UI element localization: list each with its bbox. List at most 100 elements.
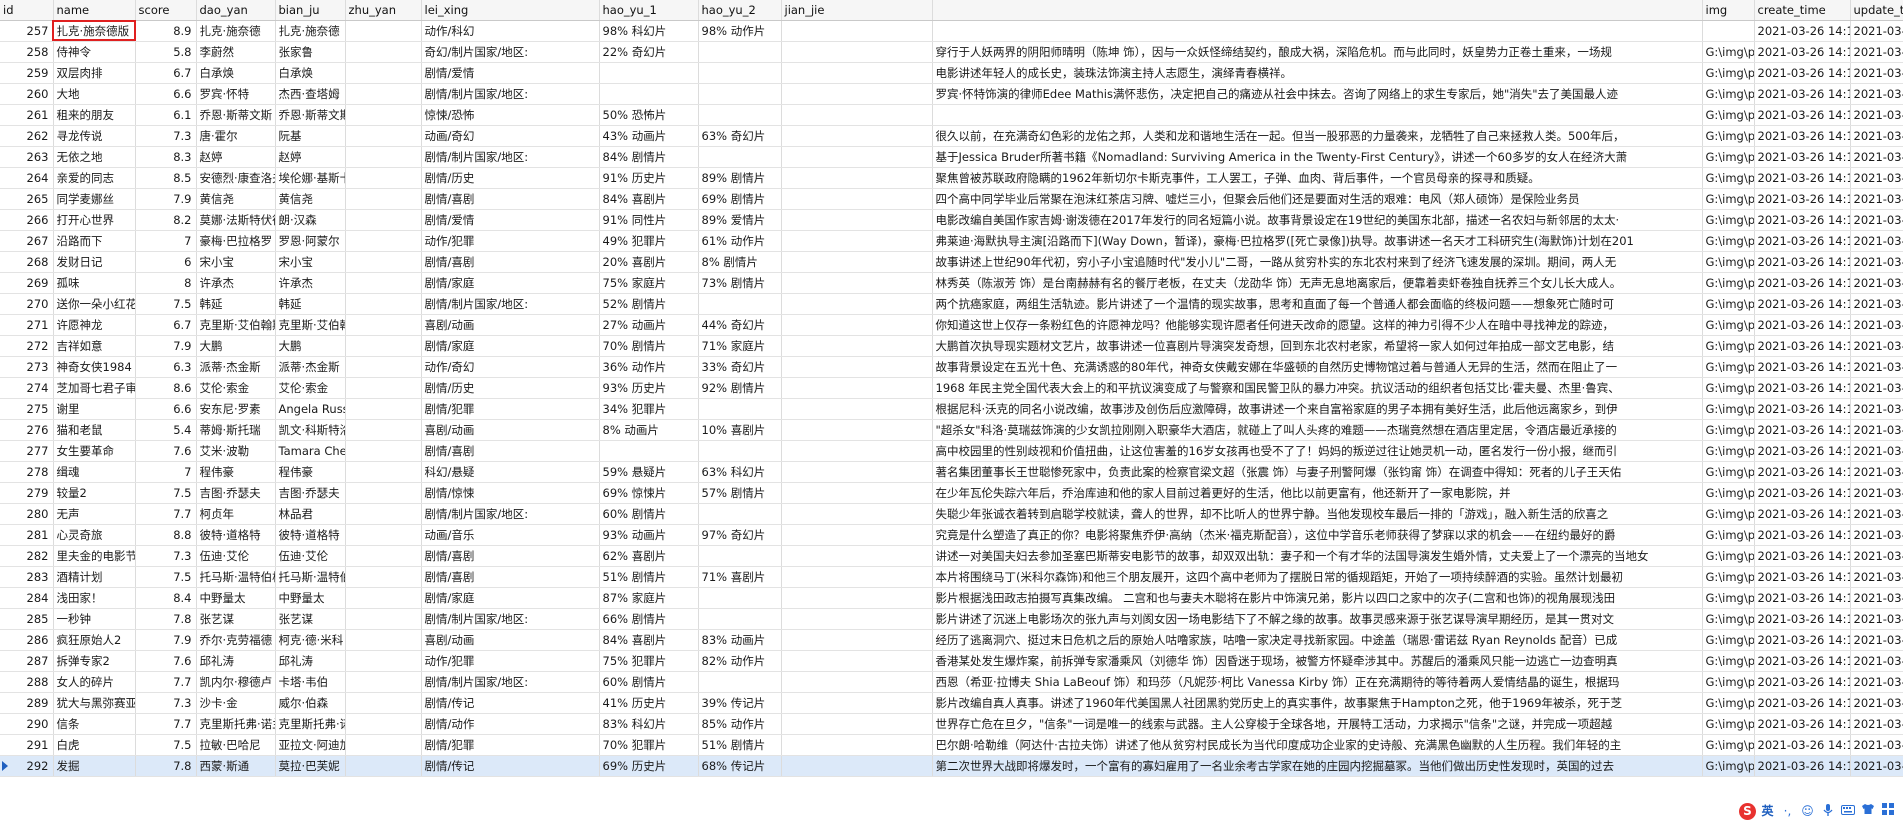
table-cell-bian-ju[interactable]: 韩延 [275,293,346,315]
table-cell-jian-jie[interactable]: 四个高中同学毕业后常聚在泡沫红茶店习牌、嘘烂三小，但聚会后他们还是要面对生活的艰… [932,188,1703,210]
table-cell-name[interactable]: 侍神令 [53,41,136,63]
table-cell-img[interactable]: G:\img\p [1702,293,1755,315]
table-cell-hao-yu-1[interactable]: 69% 历史片 [599,755,699,777]
table-cell-jian-jie[interactable]: 影片讲述了沉迷上电影场次的张九声与刘阂女因一场电影结下了不解之缘的故事。故事灵感… [932,608,1703,630]
table-cell-zhu-yan[interactable] [345,293,422,315]
table-cell-dao-yan[interactable]: 蒂姆·斯托瑞 [196,419,276,441]
table-cell-lei-xing[interactable]: 动画/奇幻 [421,125,600,147]
table-cell-zhu-yan[interactable] [345,104,422,126]
table-cell-dao-yan[interactable]: 宋小宝 [196,251,276,273]
table-cell-score[interactable]: 6.1 [135,104,197,126]
table-cell-create-time[interactable]: 2021-03-26 14:1 [1754,20,1851,42]
table-cell-bian-ju[interactable]: 张艺谋 [275,608,346,630]
table-cell-lei-xing[interactable]: 剧情/制片国家/地区: [421,671,600,693]
table-cell-id[interactable]: 278 [0,461,54,483]
table-row[interactable]: 287 拆弹专家2 7.6 邱礼涛 邱礼涛 动作/犯罪 75% 犯罪片 82% 动作片 香港某处… [0,650,1903,672]
table-cell-hao-yu-2[interactable] [698,587,782,609]
table-cell-hao-yu-1[interactable]: 20% 喜剧片 [599,251,699,273]
table-row[interactable]: 278 缉魂 7 程伟豪 程伟豪 科幻/悬疑 59% 悬疑片 63% 科幻片 著名集团董事长王世… [0,461,1903,483]
table-cell-hao-yu-1[interactable]: 84% 喜剧片 [599,629,699,651]
table-cell-id[interactable]: 280 [0,503,54,525]
table-cell-hao-yu-1[interactable] [599,83,699,105]
table-cell-create-time[interactable]: 2021-03-26 14:1 [1754,209,1851,231]
table-cell-lei-xing[interactable]: 奇幻/制片国家/地区: [421,41,600,63]
table-cell-hao-yu-1[interactable] [599,440,699,462]
table-cell-lei-xing[interactable]: 动作/科幻 [421,20,600,42]
table-cell-update-time[interactable]: 2021-03-26 14:15 [1850,713,1903,735]
table-cell-create-time[interactable]: 2021-03-26 14:1 [1754,419,1851,441]
table-cell-id[interactable]: 274 [0,377,54,399]
table-cell-jian-jie[interactable]: 根据尼科·沃克的同名小说改编，故事涉及创伤后应激障碍，故事讲述一个来自富裕家庭的… [932,398,1703,420]
table-cell-img[interactable]: G:\img\p [1702,461,1755,483]
table-row[interactable]: 288 女人的碎片 7.7 凯内尔·穆德卢 卡塔·韦伯 剧情/制片国家/地区: 60% 剧情… [0,671,1903,693]
table-cell-bian-ju[interactable]: 埃伦娜·基斯卡 [275,167,346,189]
table-cell-img[interactable]: G:\img\p [1702,440,1755,462]
table-cell-bian-ju[interactable]: 克里斯托弗·诺兰 [275,713,346,735]
table-cell-update-time[interactable]: 2021-03-26 14:15 [1850,356,1903,378]
table-cell-jian-jie[interactable]: 西恩（希亚·拉博夫 Shia LaBeouf 饰）和玛莎（凡妮莎·柯比 Vane… [932,671,1703,693]
table-cell-hao-yu-2[interactable]: 63% 科幻片 [698,461,782,483]
table-cell-bian-ju[interactable]: 邱礼涛 [275,650,346,672]
table-cell-dao-yan[interactable]: 克里斯托弗·诺兰 [196,713,276,735]
table-cell-hao-yu-1[interactable]: 75% 犯罪片 [599,650,699,672]
table-cell-zhu-yan[interactable] [345,209,422,231]
table-cell-zhu-yan[interactable] [345,188,422,210]
table-cell-hao-yu-1[interactable]: 69% 惊悚片 [599,482,699,504]
table-cell-lei-xing[interactable]: 喜剧/动画 [421,314,600,336]
table-cell-zhu-yan[interactable] [345,713,422,735]
table-cell-lei-xing[interactable]: 剧情/喜剧 [421,251,600,273]
table-row[interactable]: 290信条7.7克里斯托弗·诺兰克里斯托弗·诺兰剧情/动作83% 科幻片85% … [0,713,1903,735]
table-cell-name[interactable]: 女人的碎片 [53,671,136,693]
table-cell-name[interactable]: 谢里 [53,398,136,420]
table-cell-dao-yan[interactable]: 乔恩·斯蒂文斯 [196,104,276,126]
table-row[interactable]: 285 一秒钟 7.8 张艺谋 张艺谋 剧情/制片国家/地区: 66% 剧情片 影片讲述了沉迷… [0,608,1903,630]
table-cell-dao-yan[interactable]: 中野量太 [196,587,276,609]
table-cell-zhu-yan[interactable] [345,20,422,42]
table-cell-create-time[interactable]: 2021-03-26 14:1 [1754,398,1851,420]
table-cell-hao-yu-1[interactable]: 41% 历史片 [599,692,699,714]
column-header-name[interactable]: name [53,0,136,21]
table-cell-hao-yu-1[interactable]: 60% 剧情片 [599,503,699,525]
column-header-id[interactable]: id [0,0,54,21]
table-cell-jian-jie[interactable]: 你知道这世上仅存一条粉红色的许愿神龙吗？他能够实现许愿者任何进天改命的愿望。这样… [932,314,1703,336]
table-cell-name[interactable]: 信条 [53,713,136,735]
table-cell-jian-jie[interactable]: 电影改编自美国作家吉姆·谢泼德在2017年发行的同名短篇小说。故事背景设定在19… [932,209,1703,231]
table-row[interactable]: 277女生要革命7.6艾米·波勒Tamara Chestna 剧情/喜剧 高中校园里… [0,440,1903,462]
table-cell-hao-yu-1[interactable]: 27% 动画片 [599,314,699,336]
table-cell-name[interactable]: 吉祥如意 [53,335,136,357]
table-cell-name[interactable]: 心灵奇旅 [53,524,136,546]
table-cell-name[interactable]: 孤味 [53,272,136,294]
table-cell-bian-ju[interactable]: Angela Russo-Otstot [275,398,346,420]
table-cell-img[interactable]: G:\img\p [1702,755,1755,777]
table-cell-zhu-yan[interactable] [345,524,422,546]
sogou-logo-icon[interactable]: S [1739,802,1756,820]
column-header-hao-yu-1[interactable]: hao_yu_1 [599,0,699,21]
table-cell-img[interactable]: G:\img\p [1702,125,1755,147]
table-cell-update-time[interactable]: 2021-03-26 14:15 [1850,251,1903,273]
table-cell-score[interactable]: 6.6 [135,83,197,105]
table-row[interactable]: 275谢里6.6安东尼·罗素Angela Russo-Otstot 剧情/犯罪34… [0,398,1903,420]
table-cell-lei-xing[interactable]: 剧情/历史 [421,167,600,189]
table-cell-hao-yu-1[interactable]: 50% 恐怖片 [599,104,699,126]
table-cell-update-time[interactable]: 2021-03-26 14:15 [1850,377,1903,399]
microphone-icon[interactable] [1819,803,1836,820]
table-row[interactable]: 274芝加哥七君子审判8.6艾伦·索金艾伦·索金剧情/历史93% 历史片92% … [0,377,1903,399]
table-cell-create-time[interactable]: 2021-03-26 14:1 [1754,482,1851,504]
table-cell-create-time[interactable]: 2021-03-26 14:1 [1754,335,1851,357]
table-cell-dao-yan[interactable]: 吉图·乔瑟夫 [196,482,276,504]
table-cell-id[interactable]: 283 [0,566,54,588]
table-cell-jian-jie[interactable]: 高中校园里的性别歧视和价值扭曲，让这位害羞的16岁女孩再也受不了了！妈妈的叛逆过… [932,440,1703,462]
table-cell-name[interactable]: 浅田家！ [53,587,136,609]
table-cell-name[interactable]: 发掘 [53,755,136,777]
toolbox-icon[interactable] [1879,802,1896,820]
table-cell-hao-yu-2[interactable]: 71% 喜剧片 [698,566,782,588]
table-cell-hao-yu-2[interactable] [698,398,782,420]
table-cell-score[interactable]: 7.9 [135,335,197,357]
table-cell-lei-xing[interactable]: 动作/犯罪 [421,230,600,252]
table-cell-jian-jie[interactable]: 著名集团董事长王世聪惨死家中，负责此案的检察官梁文超（张震 饰）与妻子刑警阿爆（… [932,461,1703,483]
table-cell-img[interactable]: G:\img\p [1702,188,1755,210]
table-cell-update-time[interactable]: 2021-03-26 14:15 [1850,209,1903,231]
table-cell-score[interactable]: 8.6 [135,377,197,399]
table-cell-bian-ju[interactable]: 朗·汉森 [275,209,346,231]
table-cell-id[interactable]: 261 [0,104,54,126]
